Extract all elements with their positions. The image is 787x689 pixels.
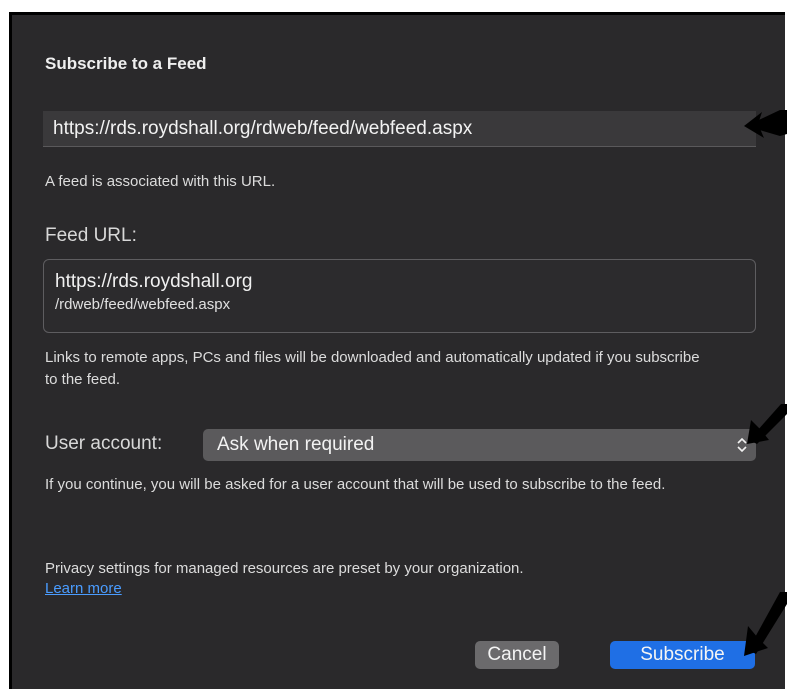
user-account-value: Ask when required xyxy=(217,434,375,455)
feed-url-box: https://rds.roydshall.org /rdweb/feed/we… xyxy=(43,259,756,333)
url-input[interactable]: https://rds.roydshall.org/rdweb/feed/web… xyxy=(43,111,756,147)
feed-url-line1: https://rds.roydshall.org xyxy=(55,271,253,292)
learn-more-link[interactable]: Learn more xyxy=(45,580,122,597)
privacy-note: Privacy settings for managed resources a… xyxy=(45,560,524,577)
subscribe-button[interactable]: Subscribe xyxy=(610,641,755,669)
user-account-label: User account: xyxy=(45,433,163,454)
user-account-select[interactable]: Ask when required xyxy=(203,429,756,461)
dialog-title: Subscribe to a Feed xyxy=(45,54,207,73)
arrow-pointer-icon xyxy=(744,110,787,138)
url-note: A feed is associated with this URL. xyxy=(45,173,276,190)
links-note: Links to remote apps, PCs and files will… xyxy=(45,349,700,388)
feed-url-line2: /rdweb/feed/webfeed.aspx xyxy=(55,296,231,313)
feed-url-label: Feed URL: xyxy=(45,225,137,246)
continue-note: If you continue, you will be asked for a… xyxy=(45,476,666,493)
arrow-pointer-icon xyxy=(744,592,787,656)
cancel-button[interactable]: Cancel xyxy=(475,641,559,669)
arrow-pointer-icon xyxy=(747,404,787,444)
subscribe-dialog: Subscribe to a Feed https://rds.roydshal… xyxy=(9,12,785,689)
